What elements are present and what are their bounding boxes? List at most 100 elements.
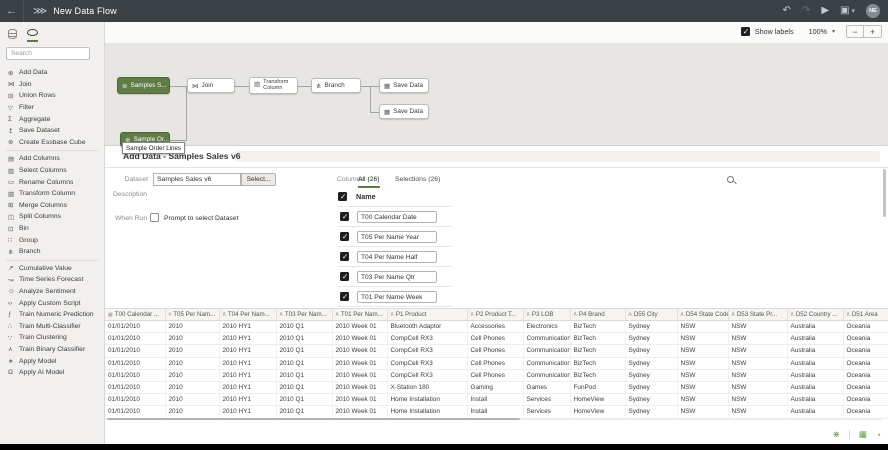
grid-view-icon[interactable]: ▦ [859,429,867,440]
palette-item-apply-ai-model[interactable]: ΩApply AI Model [0,367,105,379]
palette-item-select-columns[interactable]: ▥Select Columns [0,165,105,177]
select-dataset-button[interactable]: Select... [241,173,276,186]
column-header-t01-per-nam[interactable]: AT01 Per Nam... [332,309,387,321]
palette-item-add-columns[interactable]: ▤Add Columns [0,153,105,165]
column-header-d51-area[interactable]: AD51 Area [843,309,888,321]
palette-item-split-columns[interactable]: ◫Split Columns [0,211,105,223]
column-header-p1-product[interactable]: AP1 Product [387,309,467,321]
run-icon[interactable]: ▶ [821,0,829,22]
palette-item-save-dataset[interactable]: ↥Save Dataset [0,125,105,137]
column-header-label: D55 City [634,311,658,318]
column-header-d55-city[interactable]: AD55 City [625,309,677,321]
back-button[interactable]: ← [0,0,24,22]
palette-item-merge-columns[interactable]: ⊞Merge Columns [0,200,105,212]
zoom-out-button[interactable]: − [846,25,864,38]
node-transform-column[interactable]: ▧ Transform Column [249,77,298,94]
column-header-t05-per-nam[interactable]: #T05 Per Nam... [165,309,219,321]
palette-item-train-multi-classifier[interactable]: ∴Train Multi-Classifier [0,320,105,332]
palette-item-join[interactable]: ⋈Join [0,79,105,91]
user-avatar[interactable]: NE [866,4,880,18]
palette-item-transform-column[interactable]: ▧Transform Column [0,188,105,200]
column-name-input[interactable]: T03 Per Name Qtr [357,271,437,283]
panel-drag-strip[interactable] [235,151,880,162]
palette-item-train-numeric-prediction[interactable]: ƒTrain Numeric Prediction [0,309,105,321]
tab-all-columns[interactable]: All (26) [358,176,380,188]
cell: Sydney [625,357,677,369]
column-checkbox[interactable] [340,272,349,281]
table-row[interactable]: 01/01/201020102010 HY12010 Q12010 Week 0… [105,381,888,393]
zoom-in-button[interactable]: + [864,25,882,38]
palette-item-cumulative-value[interactable]: ↗Cumulative Value [0,263,105,275]
zoom-dropdown-icon[interactable]: ▾ [832,28,835,35]
palette-item-time-series-forecast[interactable]: ↝Time Series Forecast [0,274,105,286]
column-header-p3-lob[interactable]: AP3 LOB [523,309,570,321]
table-row[interactable]: 01/01/201020102010 HY12010 Q12010 Week 0… [105,394,888,406]
table-row[interactable]: 01/01/201020102010 HY12010 Q12010 Week 0… [105,345,888,357]
column-name-input[interactable]: T01 Per Name Week [357,291,437,303]
palette-item-add-data[interactable]: ⊕Add Data [0,67,105,79]
vertical-scrollbar[interactable] [883,169,886,217]
node-branch[interactable]: ⋔ Branch [311,78,361,93]
palette-item-branch[interactable]: ⋔Branch [0,246,105,258]
palette-item-aggregate[interactable]: ΣAggregate [0,113,105,125]
column-header-t03-per-nam[interactable]: AT03 Per Nam... [276,309,332,321]
node-save-data-2[interactable]: ▦ Save Data [379,104,429,119]
cell: NSW [728,321,787,333]
column-checkbox[interactable] [340,212,349,221]
column-header-t04-per-nam[interactable]: AT04 Per Nam... [219,309,276,321]
palette-item-group[interactable]: ∷Group [0,234,105,246]
column-header-d52-country[interactable]: AD52 Country ... [787,309,843,321]
palette-item-union-rows[interactable]: ⊟Union Rows [0,90,105,102]
table-row[interactable]: 01/01/201020102010 HY12010 Q12010 Week 0… [105,406,888,418]
column-header-d53-state-pr[interactable]: AD53 State Pr... [728,309,787,321]
column-checkbox[interactable] [340,292,349,301]
palette-item-create-essbase-cube[interactable]: ⊛Create Essbase Cube [0,137,105,149]
cell: BizTech [570,357,625,369]
palette-item-rename-columns[interactable]: ▭Rename Columns [0,176,105,188]
table-row[interactable]: 01/01/201020102010 HY12010 Q12010 Week 0… [105,369,888,381]
flow-canvas[interactable]: ⊛ Samples S... ⋈ Join ▧ Transform Column… [105,43,888,145]
palette-item-label: Analyze Sentiment [19,288,76,295]
palette-item-filter[interactable]: ▽Filter [0,102,105,114]
column-header-p4-brand[interactable]: AP4 Brand [570,309,625,321]
column-name-input[interactable]: T04 Per Name Half [357,251,437,263]
palette-item-train-binary-classifier[interactable]: ⋏Train Binary Classifier [0,344,105,356]
save-menu-button[interactable]: ▣ ▾ [840,0,855,22]
select-all-checkbox[interactable] [338,192,347,201]
spark-icon[interactable]: ⋇ [833,429,840,440]
node-samples-sales[interactable]: ⊛ Samples S... [117,77,170,94]
show-labels-checkbox[interactable] [741,27,750,36]
tab-data-sources[interactable] [8,29,17,42]
column-checkbox[interactable] [340,252,349,261]
tab-selections[interactable]: Selections (26) [395,176,440,186]
palette-item-apply-model[interactable]: ∗Apply Model [0,355,105,367]
palette-item-analyze-sentiment[interactable]: ☺Analyze Sentiment [0,286,105,298]
palette-item-apply-custom-script[interactable]: ‹›Apply Custom Script [0,297,105,309]
save-data-node-icon: ▦ [384,108,390,116]
cell: 2010 Week 01 [332,381,387,393]
tab-steps[interactable] [27,29,38,42]
node-label: Join [202,82,214,89]
sidebar-tabs [0,22,104,42]
gauge-icon[interactable]: ◔ [876,430,881,440]
column-header-d54-state-code[interactable]: AD54 State Code [677,309,728,321]
node-join[interactable]: ⋈ Join [187,78,235,93]
prompt-dataset-checkbox[interactable] [150,213,159,222]
redo-icon[interactable]: ↷ [802,0,810,22]
column-header-p2-product-t[interactable]: AP2 Product T... [467,309,523,321]
search-input[interactable] [6,47,90,60]
table-row[interactable]: 01/01/201020102010 HY12010 Q12010 Week 0… [105,357,888,369]
column-header-t00-calendar[interactable]: ▦T00 Calendar ... [105,309,165,321]
palette-item-bin[interactable]: ⊡Bin [0,223,105,235]
column-name-input[interactable]: T00 Calendar Date [357,211,437,223]
node-save-data-1[interactable]: ▦ Save Data [379,78,429,93]
cell: 2010 [165,345,219,357]
undo-icon[interactable]: ↶ [783,0,791,22]
palette-item-train-clustering[interactable]: ∵Train Clustering [0,332,105,344]
column-name-input[interactable]: T05 Per Name Year [357,231,437,243]
search-icon[interactable] [727,176,734,183]
table-row[interactable]: 01/01/201020102010 HY12010 Q12010 Week 0… [105,333,888,345]
dataset-input[interactable]: Samples Sales v6 [153,173,241,186]
table-row[interactable]: 01/01/201020102010 HY12010 Q12010 Week 0… [105,321,888,333]
column-checkbox[interactable] [340,232,349,241]
